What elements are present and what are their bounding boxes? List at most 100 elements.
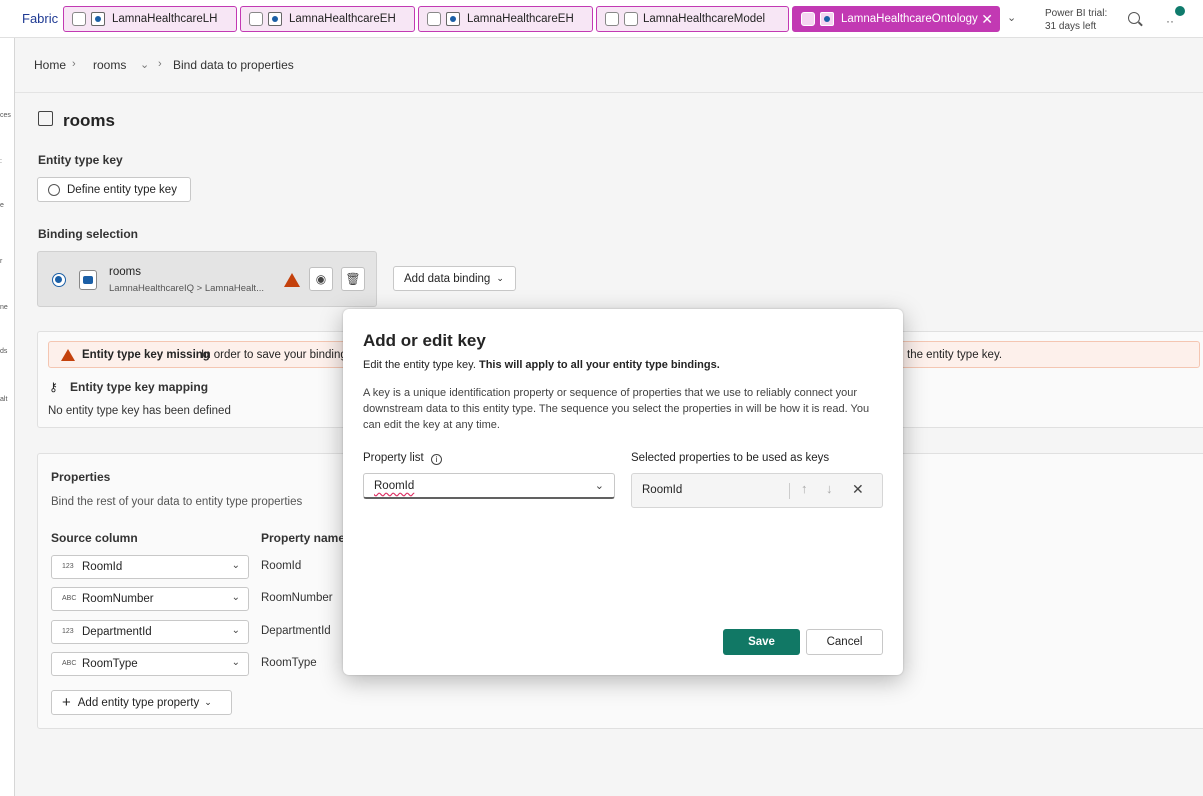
source-column-dropdown[interactable]: ABC RoomNumber ⌄ [51, 587, 249, 611]
source-value: RoomNumber [82, 593, 154, 605]
breadcrumb-home[interactable]: Home [34, 58, 66, 72]
semantic-model-icon [624, 12, 638, 26]
type-badge: 123 [62, 563, 74, 570]
binding-selection-label: Binding selection [38, 227, 139, 241]
breadcrumb-entity[interactable]: rooms [93, 58, 126, 72]
chevron-down-icon: ⌄ [231, 560, 240, 571]
property-list-label-text: Property list [363, 452, 424, 464]
dialog-description: A key is a unique identification propert… [363, 387, 870, 431]
source-value: DepartmentId [82, 626, 152, 638]
eventhouse-icon [79, 270, 97, 290]
add-entity-property-button[interactable]: + Add entity type property ⌄ [51, 690, 232, 715]
chevron-down-icon[interactable]: ⌄ [140, 58, 149, 71]
add-data-binding-label: Add data binding [404, 272, 491, 285]
chevron-down-icon: ⌄ [204, 697, 212, 707]
move-down-icon[interactable]: ↓ [826, 481, 833, 496]
info-icon[interactable]: i [430, 454, 442, 465]
alert-text-end: the entity type key. [907, 349, 1003, 361]
define-key-button[interactable]: Define entity type key [37, 177, 191, 202]
tab-label: LamnaHealthcareOntology [841, 13, 978, 25]
cube-icon [38, 111, 53, 126]
tab-ontology[interactable]: LamnaHealthcareOntology ✕ [792, 6, 1000, 32]
warning-icon [61, 349, 75, 361]
source-column-dropdown[interactable]: 123 RoomId ⌄ [51, 555, 249, 579]
property-list-dropdown[interactable]: RoomId ⌄ [363, 473, 615, 499]
move-up-icon[interactable]: ↑ [801, 481, 808, 496]
key-icon: ⚷ [49, 380, 58, 394]
kql-database-icon [446, 12, 460, 26]
delete-icon[interactable]: 🗑 [341, 267, 365, 291]
source-value: RoomId [82, 561, 123, 573]
trial-line2: 31 days left [1045, 21, 1097, 32]
no-key-text: No entity type key has been defined [48, 405, 231, 417]
property-list-value: RoomId [374, 480, 415, 492]
property-name: RoomType [261, 657, 317, 669]
workspace-icon [801, 12, 815, 26]
alert-title: Entity type key missing [82, 349, 210, 361]
binding-card[interactable]: rooms LamnaHealthcareIQ > LamnaHealt... … [37, 251, 377, 307]
add-data-binding-button[interactable]: Add data binding ⌄ [393, 266, 516, 291]
cancel-button[interactable]: Cancel [806, 629, 883, 655]
binding-radio[interactable] [52, 273, 66, 287]
chevron-down-icon: ⌄ [594, 480, 604, 492]
close-icon[interactable]: ✕ [981, 11, 993, 28]
chevron-down-icon: ⌄ [231, 625, 240, 636]
tab-label: LamnaHealthcareLH [112, 13, 218, 25]
nav-item[interactable]: : [0, 158, 2, 165]
properties-subtitle: Bind the rest of your data to entity typ… [51, 496, 303, 508]
top-bar: Fabric LamnaHealthcareLH LamnaHealthcare… [0, 0, 1203, 38]
tab-eh-2[interactable]: LamnaHealthcareEH [418, 6, 593, 32]
dialog-subtitle-start: Edit the entity type key. [363, 359, 476, 371]
selected-key-value: RoomId [642, 484, 683, 496]
workspace-icon [605, 12, 619, 26]
tab-lh[interactable]: LamnaHealthcareLH [63, 6, 237, 32]
properties-title: Properties [51, 470, 111, 484]
left-nav-rail: ces : e r ne ds alt [0, 38, 15, 796]
nav-item[interactable]: ces [0, 112, 11, 119]
tab-eh-1[interactable]: LamnaHealthcareEH [240, 6, 415, 32]
chevron-down-icon[interactable]: ⌄ [1007, 11, 1016, 24]
key-icon [48, 183, 60, 196]
divider [15, 92, 1203, 93]
dialog-subtitle: Edit the entity type key. This will appl… [363, 359, 720, 371]
chevron-down-icon: ⌄ [231, 592, 240, 603]
type-badge: ABC [62, 660, 77, 667]
binding-path: LamnaHealthcareIQ > LamnaHealt... [109, 283, 264, 294]
define-key-label: Define entity type key [67, 183, 177, 196]
eventhouse-icon [268, 12, 282, 26]
nav-item[interactable]: alt [0, 396, 7, 403]
search-icon[interactable] [1128, 12, 1140, 24]
dialog-title: Add or edit key [363, 331, 486, 350]
tab-model[interactable]: LamnaHealthcareModel [596, 6, 789, 32]
source-column-dropdown[interactable]: 123 DepartmentId ⌄ [51, 620, 249, 644]
selected-properties-label: Selected properties to be used as keys [631, 452, 830, 464]
property-name: RoomNumber [261, 592, 333, 604]
preview-eye-icon[interactable]: ◉ [309, 267, 333, 291]
warning-icon [284, 273, 300, 287]
add-icon: + [62, 694, 71, 711]
property-name: DepartmentId [261, 625, 331, 637]
save-button[interactable]: Save [723, 629, 800, 655]
tab-label: LamnaHealthcareModel [643, 13, 766, 25]
page-title: rooms [63, 111, 115, 130]
nav-item[interactable]: r [0, 258, 2, 265]
nav-item[interactable]: e [0, 202, 4, 209]
trial-status[interactable]: Power BI trial: 31 days left [1045, 7, 1107, 33]
notification-badge [1175, 6, 1185, 16]
property-name: RoomId [261, 560, 302, 572]
source-column-header: Source column [51, 531, 138, 545]
breadcrumb-chevron-icon: › [158, 58, 162, 70]
notifications-icon[interactable]: ·· [1166, 14, 1174, 28]
chevron-down-icon: ⌄ [231, 657, 240, 668]
nav-item[interactable]: ds [0, 348, 7, 355]
brand-label[interactable]: Fabric [22, 11, 58, 26]
entity-key-label: Entity type key [38, 153, 123, 167]
remove-icon[interactable]: ✕ [852, 481, 864, 498]
source-column-dropdown[interactable]: ABC RoomType ⌄ [51, 652, 249, 676]
nav-item[interactable]: ne [0, 304, 8, 311]
type-badge: 123 [62, 628, 74, 635]
key-mapping-label: Entity type key mapping [70, 380, 209, 394]
lakehouse-icon [91, 12, 105, 26]
ontology-icon [820, 12, 834, 26]
dialog-subtitle-bold: This will apply to all your entity type … [478, 359, 720, 371]
